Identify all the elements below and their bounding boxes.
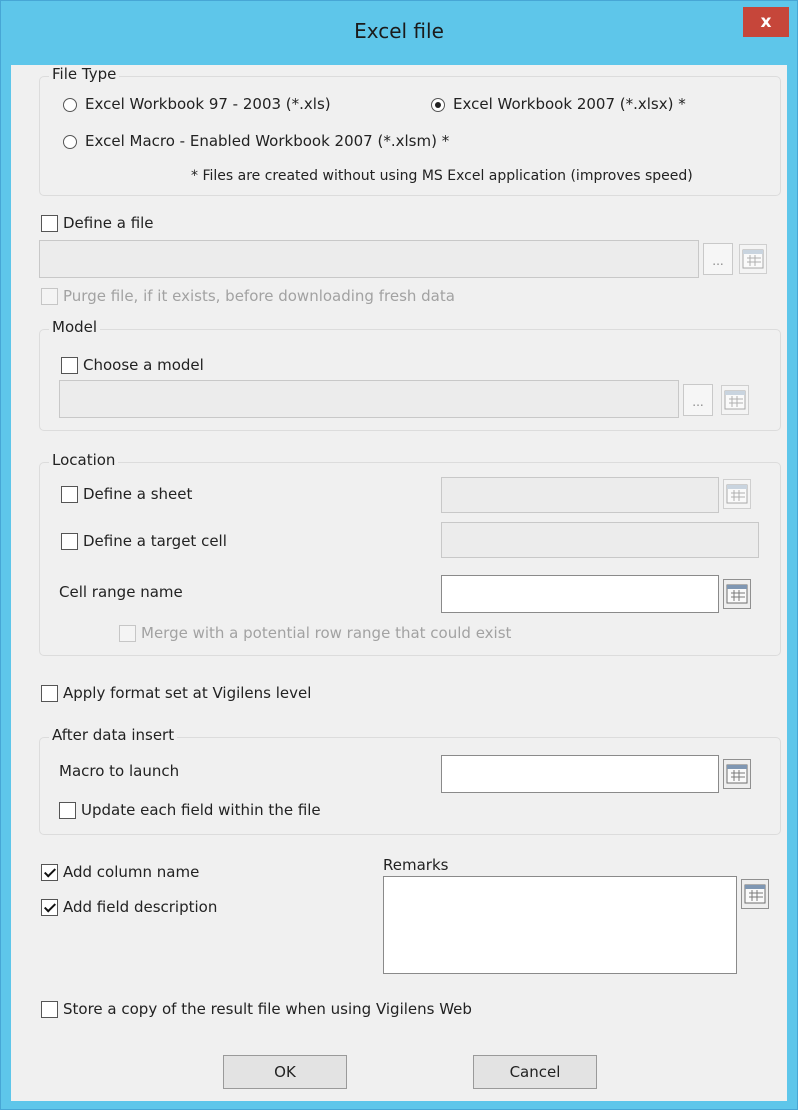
define-file-label[interactable]: Define a file — [63, 214, 154, 232]
define-file-checkbox[interactable] — [41, 215, 58, 232]
cell-range-name-label: Cell range name — [59, 583, 183, 601]
macro-icon-button[interactable] — [723, 759, 751, 789]
cancel-button[interactable]: Cancel — [473, 1055, 597, 1089]
remarks-label: Remarks — [383, 856, 449, 874]
radio-xlsm[interactable] — [63, 135, 77, 149]
purge-file-label[interactable]: Purge file, if it exists, before downloa… — [63, 287, 455, 305]
cell-range-icon-button[interactable] — [723, 579, 751, 609]
window-title: Excel file — [354, 19, 444, 43]
model-sheet-icon-button[interactable] — [721, 385, 749, 415]
sheet-input[interactable] — [441, 477, 719, 513]
sheet-calendar-icon — [724, 390, 746, 410]
close-button[interactable]: x — [743, 7, 789, 37]
radio-xls-label[interactable]: Excel Workbook 97 - 2003 (*.xls) — [85, 95, 331, 113]
remarks-icon-button[interactable] — [741, 879, 769, 909]
cell-range-name-input[interactable] — [441, 575, 719, 613]
add-field-description-label[interactable]: Add field description — [63, 898, 217, 916]
location-legend: Location — [49, 451, 119, 469]
browse-model-button[interactable]: ... — [683, 384, 713, 416]
model-legend: Model — [49, 318, 101, 336]
apply-format-checkbox[interactable] — [41, 685, 58, 702]
choose-model-label[interactable]: Choose a model — [83, 356, 204, 374]
merge-range-checkbox[interactable] — [119, 625, 136, 642]
add-column-name-checkbox[interactable] — [41, 864, 58, 881]
left-border — [1, 65, 11, 1101]
sheet-calendar-icon — [726, 584, 748, 604]
title-bar[interactable]: Excel file x — [1, 1, 797, 65]
update-fields-label[interactable]: Update each field within the file — [81, 801, 321, 819]
ok-button[interactable]: OK — [223, 1055, 347, 1089]
radio-xlsx-label[interactable]: Excel Workbook 2007 (*.xlsx) * — [453, 95, 686, 113]
add-field-description-checkbox[interactable] — [41, 899, 58, 916]
add-column-name-label[interactable]: Add column name — [63, 863, 199, 881]
apply-format-label[interactable]: Apply format set at Vigilens level — [63, 684, 311, 702]
purge-file-checkbox[interactable] — [41, 288, 58, 305]
store-copy-checkbox[interactable] — [41, 1001, 58, 1018]
sheet-calendar-icon — [726, 484, 748, 504]
remarks-textarea[interactable] — [383, 876, 737, 974]
define-target-cell-label[interactable]: Define a target cell — [83, 532, 227, 550]
merge-range-label[interactable]: Merge with a potential row range that co… — [141, 624, 511, 642]
model-path-input[interactable] — [59, 380, 679, 418]
file-type-note: * Files are created without using MS Exc… — [191, 168, 693, 184]
radio-xlsm-label[interactable]: Excel Macro - Enabled Workbook 2007 (*.x… — [85, 132, 449, 150]
excel-file-dialog: Excel file x File Type Excel Workbook 97… — [0, 0, 798, 1110]
choose-model-checkbox[interactable] — [61, 357, 78, 374]
browse-file-button[interactable]: ... — [703, 243, 733, 275]
file-sheet-icon-button[interactable] — [739, 244, 767, 274]
sheet-calendar-icon — [742, 249, 764, 269]
target-cell-input[interactable] — [441, 522, 759, 558]
define-sheet-checkbox[interactable] — [61, 486, 78, 503]
update-fields-checkbox[interactable] — [59, 802, 76, 819]
file-path-input[interactable] — [39, 240, 699, 278]
right-border — [787, 65, 797, 1101]
radio-xls[interactable] — [63, 98, 77, 112]
sheet-calendar-icon — [726, 764, 748, 784]
macro-input[interactable] — [441, 755, 719, 793]
store-copy-label[interactable]: Store a copy of the result file when usi… — [63, 1000, 472, 1018]
after-insert-legend: After data insert — [49, 726, 178, 744]
define-target-cell-checkbox[interactable] — [61, 533, 78, 550]
file-type-legend: File Type — [49, 65, 120, 83]
radio-xlsx[interactable] — [431, 98, 445, 112]
bottom-border — [1, 1101, 797, 1109]
define-sheet-label[interactable]: Define a sheet — [83, 485, 192, 503]
sheet-icon-button[interactable] — [723, 479, 751, 509]
sheet-calendar-icon — [744, 884, 766, 904]
macro-label: Macro to launch — [59, 762, 180, 780]
